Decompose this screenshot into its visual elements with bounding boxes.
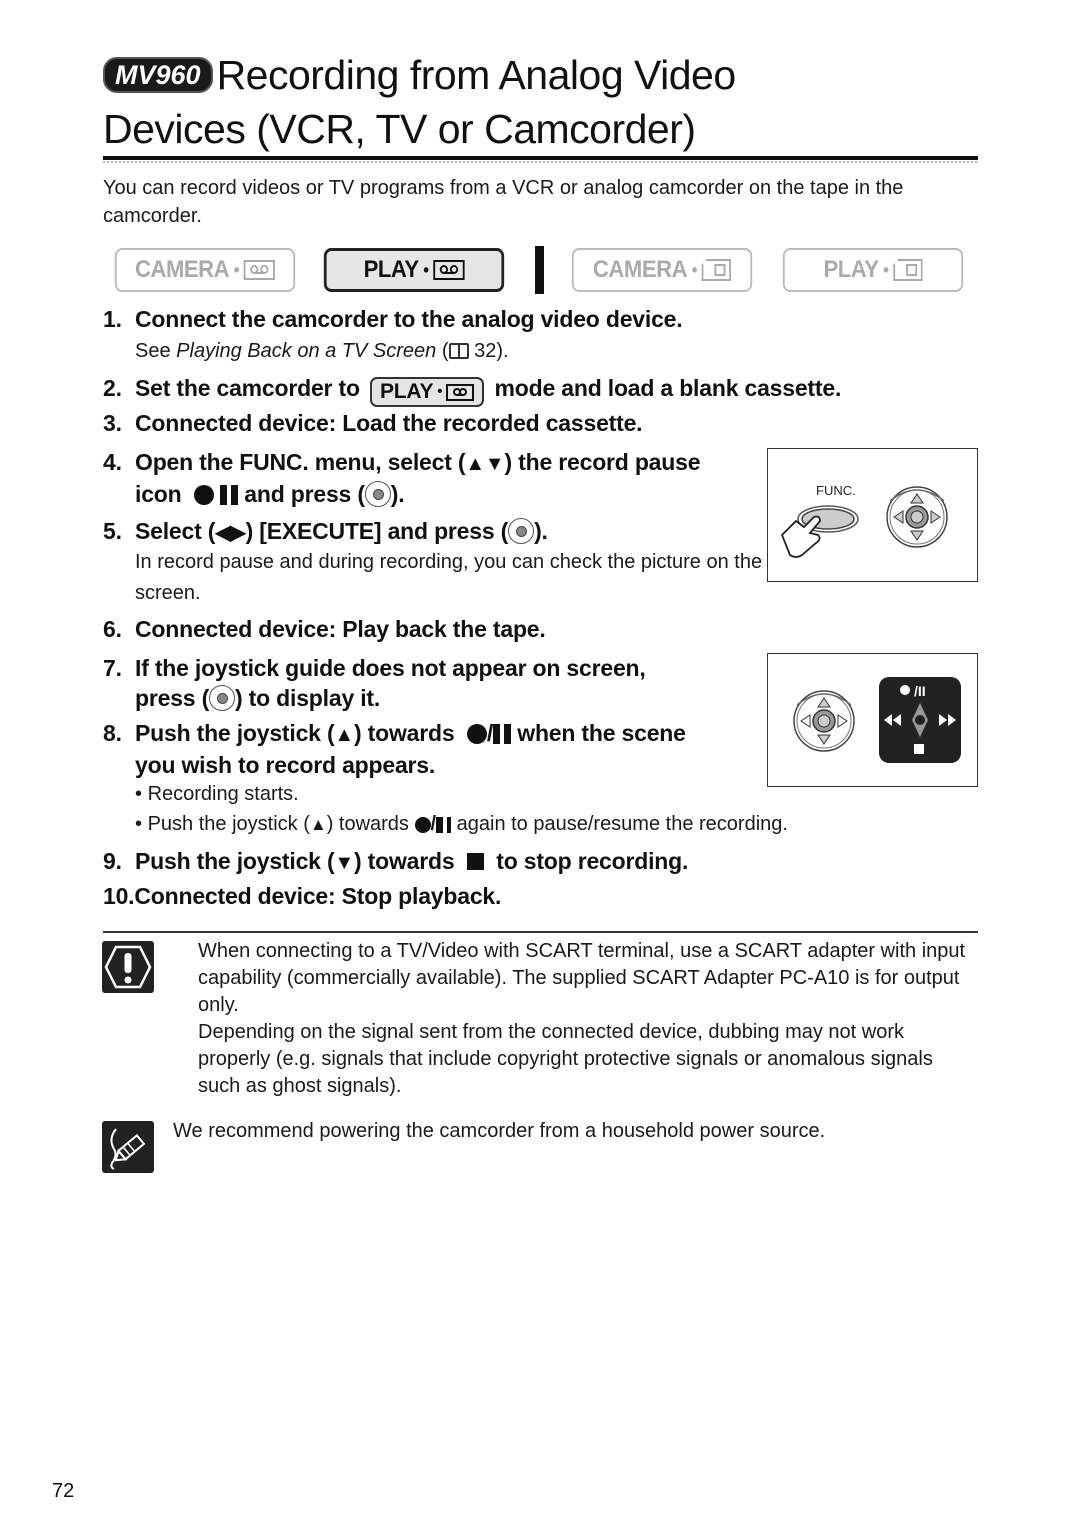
- notes-divider: [103, 931, 978, 933]
- book-icon: [448, 343, 469, 359]
- caution-paragraph-1: When connecting to a TV/Video with SCART…: [198, 940, 966, 1016]
- up-arrow-icon: ▲: [334, 724, 355, 746]
- step-8: 8. Push the joystick (▲) towards / when t…: [103, 720, 686, 778]
- cassette-icon: [243, 260, 275, 280]
- cassette-icon: [433, 260, 465, 280]
- down-arrow-icon: ▼: [334, 852, 355, 874]
- joystick-press-icon: [364, 481, 391, 507]
- model-badge: MV960: [103, 57, 213, 93]
- func-button-figure: FUNC.: [767, 448, 978, 582]
- joystick-press-icon: [209, 685, 236, 711]
- step-3: 3. Connected device: Load the recorded ca…: [103, 410, 643, 436]
- joystick-icon: [793, 690, 855, 752]
- func-label: FUNC.: [816, 483, 856, 498]
- step-8-bullet-2: • Push the joystick (▲) towards / again …: [135, 813, 788, 835]
- joystick-guide-panel: /II: [879, 677, 961, 763]
- play-tape-mode-icon: PLAY •: [370, 377, 485, 407]
- step-6: 6. Connected device: Play back the tape.: [103, 616, 546, 642]
- joystick-press-icon: [508, 518, 535, 544]
- title-rule: [103, 156, 978, 160]
- page-number: 72: [52, 1480, 75, 1502]
- left-right-arrows-icon: ◀▶: [215, 522, 246, 544]
- title-line-1: MV960 Recording from Analog Video: [103, 48, 736, 102]
- mode-play-tape: PLAY •: [323, 248, 505, 292]
- page-title: MV960 Recording from Analog Video Devices…: [103, 48, 736, 156]
- step-9: 9. Push the joystick (▼) towards to stop …: [103, 848, 689, 874]
- title-rule-dotted: [103, 161, 978, 163]
- memory-card-icon: [893, 259, 923, 281]
- step-1: 1. Connect the camcorder to the analog vi…: [103, 306, 683, 332]
- joystick-guide-illustration: /II: [793, 677, 961, 763]
- mode-separator: [535, 246, 544, 294]
- step-8-bullet-1: • Recording starts.: [135, 783, 299, 805]
- joystick-guide-figure: /II: [767, 653, 978, 787]
- record-icon: [466, 724, 487, 744]
- joystick-icon: [886, 486, 948, 548]
- step-4: 4. Open the FUNC. menu, select (▲▼) the r…: [103, 449, 701, 507]
- stop-icon: [914, 744, 924, 754]
- caution-paragraph-2: Depending on the signal sent from the co…: [198, 1021, 933, 1097]
- pause-icon: [493, 724, 512, 744]
- mode-camera-card: CAMERA •: [571, 248, 753, 292]
- up-down-arrows-icon: ▲▼: [465, 453, 505, 475]
- caution-note: When connecting to a TV/Video with SCART…: [198, 938, 978, 1100]
- stop-icon: [466, 853, 484, 870]
- record-icon: [193, 485, 214, 505]
- step-10: 10.Connected device: Stop playback.: [103, 883, 502, 909]
- step-7: 7. If the joystick guide does not appear …: [103, 655, 646, 711]
- func-joystick-illustration: FUNC.: [780, 483, 948, 558]
- pencil-note-icon: [102, 1121, 154, 1173]
- step-1-reference: See Playing Back on a TV Screen ( 32).: [135, 340, 509, 362]
- pause-label: /II: [914, 683, 926, 699]
- caution-icon: [102, 941, 154, 993]
- step-5-note: In record pause and during recording, yo…: [135, 551, 763, 604]
- cassette-icon: [446, 383, 475, 401]
- pause-icon: [436, 817, 452, 833]
- title-line-2: Devices (VCR, TV or Camcorder): [103, 106, 696, 152]
- mode-play-card: PLAY •: [782, 248, 964, 292]
- record-icon: [414, 817, 431, 833]
- record-icon: [900, 685, 910, 695]
- memory-card-icon: [701, 259, 732, 281]
- reference-link: Playing Back on a TV Screen: [176, 340, 437, 362]
- step-2: 2. Set the camcorder to PLAY • mode and lo…: [103, 373, 841, 407]
- step-5: 5. Select (◀▶) [EXECUTE] and press ().: [103, 518, 548, 544]
- intro-text: You can record videos or TV programs fro…: [103, 177, 904, 227]
- tip-note: We recommend powering the camcorder from…: [173, 1120, 826, 1142]
- mode-camera-tape: CAMERA •: [114, 248, 296, 292]
- pause-icon: [220, 485, 239, 505]
- up-arrow-icon: ▲: [309, 815, 327, 834]
